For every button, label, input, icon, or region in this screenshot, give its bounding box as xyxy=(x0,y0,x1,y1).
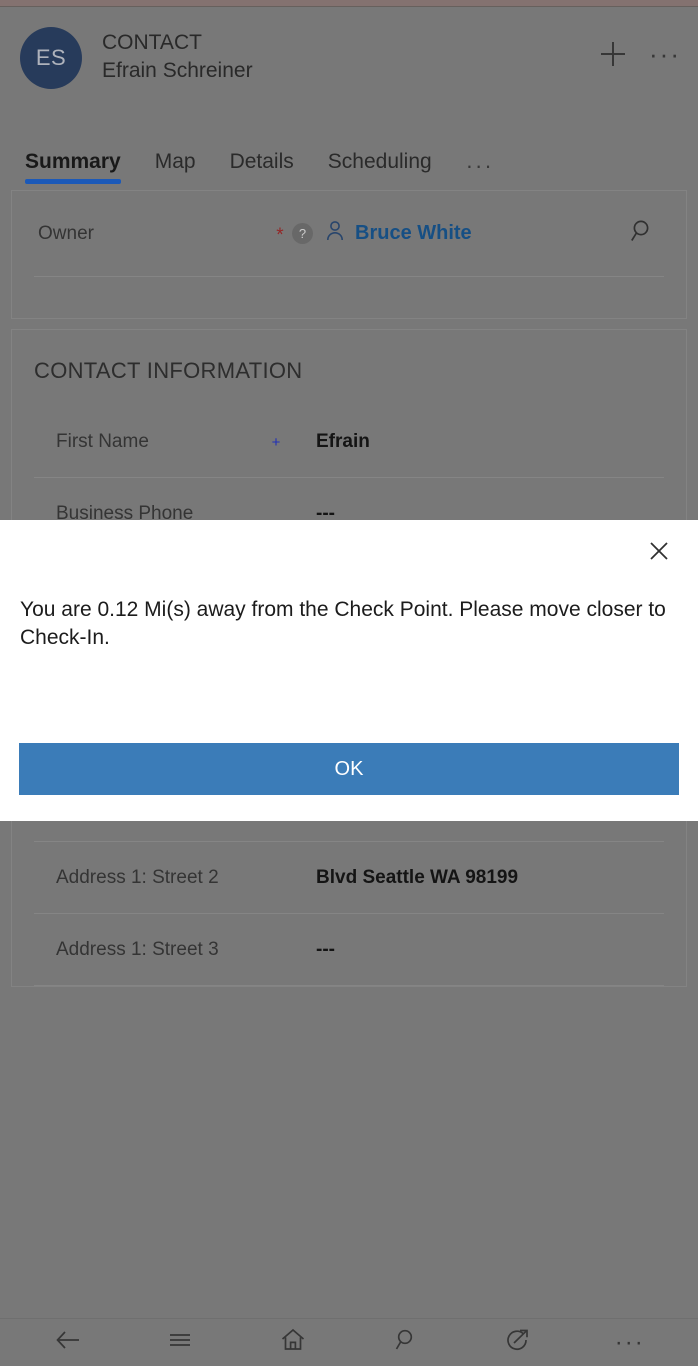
menu-icon xyxy=(167,1327,193,1358)
tab-overflow-button[interactable]: ··· xyxy=(466,160,494,190)
search-button[interactable] xyxy=(377,1321,433,1365)
field-row-first-name[interactable]: First Name + Efrain xyxy=(34,406,664,478)
bottom-navigation-bar: ··· xyxy=(0,1318,698,1366)
field-marker xyxy=(266,513,286,515)
plus-icon xyxy=(598,39,628,69)
home-icon xyxy=(279,1326,307,1359)
section-title: CONTACT INFORMATION xyxy=(12,330,686,406)
field-label: First Name xyxy=(34,428,266,456)
help-icon[interactable]: ? xyxy=(292,223,313,244)
page-title: Efrain Schreiner xyxy=(102,57,596,85)
tab-label: Summary xyxy=(25,150,121,173)
field-label: Address 1: Street 2 xyxy=(34,864,266,892)
tab-label: Details xyxy=(230,150,294,173)
search-icon xyxy=(630,218,656,249)
field-row-address-1-street-3[interactable]: Address 1: Street 3 --- xyxy=(34,914,664,986)
avatar-initials: ES xyxy=(36,45,66,71)
person-icon xyxy=(323,219,347,248)
owner-lookup-button[interactable] xyxy=(626,218,660,249)
tab-map[interactable]: Map xyxy=(155,150,196,190)
avatar: ES xyxy=(20,27,82,89)
record-header-text: CONTACT Efrain Schreiner xyxy=(102,25,596,86)
tab-summary[interactable]: Summary xyxy=(25,150,121,190)
dialog-header xyxy=(0,520,698,570)
more-button[interactable]: ··· xyxy=(602,1321,658,1365)
business-required-indicator: + xyxy=(266,433,286,450)
back-button[interactable] xyxy=(40,1321,96,1365)
check-in-distance-dialog: You are 0.12 Mi(s) away from the Check P… xyxy=(0,520,698,821)
field-marker xyxy=(266,949,286,951)
ellipsis-icon: ··· xyxy=(615,1338,645,1348)
add-button[interactable] xyxy=(596,37,630,71)
owner-value[interactable]: Bruce White xyxy=(355,222,626,245)
field-value: Blvd Seattle WA 98199 xyxy=(286,867,664,889)
entity-type-label: CONTACT xyxy=(102,29,596,57)
required-indicator: * xyxy=(270,222,290,245)
field-value: Efrain xyxy=(286,431,664,453)
tab-scheduling[interactable]: Scheduling xyxy=(328,150,432,190)
tab-label: Scheduling xyxy=(328,150,432,173)
home-button[interactable] xyxy=(265,1321,321,1365)
close-button[interactable] xyxy=(642,536,676,570)
tab-bar: Summary Map Details Scheduling ··· xyxy=(0,112,698,190)
owner-field-row[interactable]: Owner * ? Bruce White xyxy=(34,191,664,277)
field-value: --- xyxy=(286,939,664,961)
search-icon xyxy=(392,1327,418,1358)
launch-button[interactable] xyxy=(489,1321,545,1365)
owner-card: Owner * ? Bruce White xyxy=(11,190,687,319)
dialog-message: You are 0.12 Mi(s) away from the Check P… xyxy=(0,570,698,743)
back-icon xyxy=(54,1326,82,1359)
owner-label: Owner xyxy=(38,223,270,245)
launch-icon xyxy=(503,1326,531,1359)
field-label: Address 1: Street 3 xyxy=(34,936,266,964)
header-actions: ··· xyxy=(596,25,682,71)
close-icon xyxy=(648,540,670,567)
os-status-bar xyxy=(0,0,698,7)
record-header: ES CONTACT Efrain Schreiner ··· xyxy=(0,7,698,112)
ellipsis-icon: ··· xyxy=(649,49,681,59)
field-marker xyxy=(266,877,286,879)
field-row-address-1-street-2[interactable]: Address 1: Street 2 Blvd Seattle WA 9819… xyxy=(34,842,664,914)
tab-details[interactable]: Details xyxy=(230,150,294,190)
ok-button[interactable]: OK xyxy=(19,743,679,795)
tab-label: Map xyxy=(155,150,196,173)
header-more-button[interactable]: ··· xyxy=(648,37,682,71)
menu-button[interactable] xyxy=(152,1321,208,1365)
